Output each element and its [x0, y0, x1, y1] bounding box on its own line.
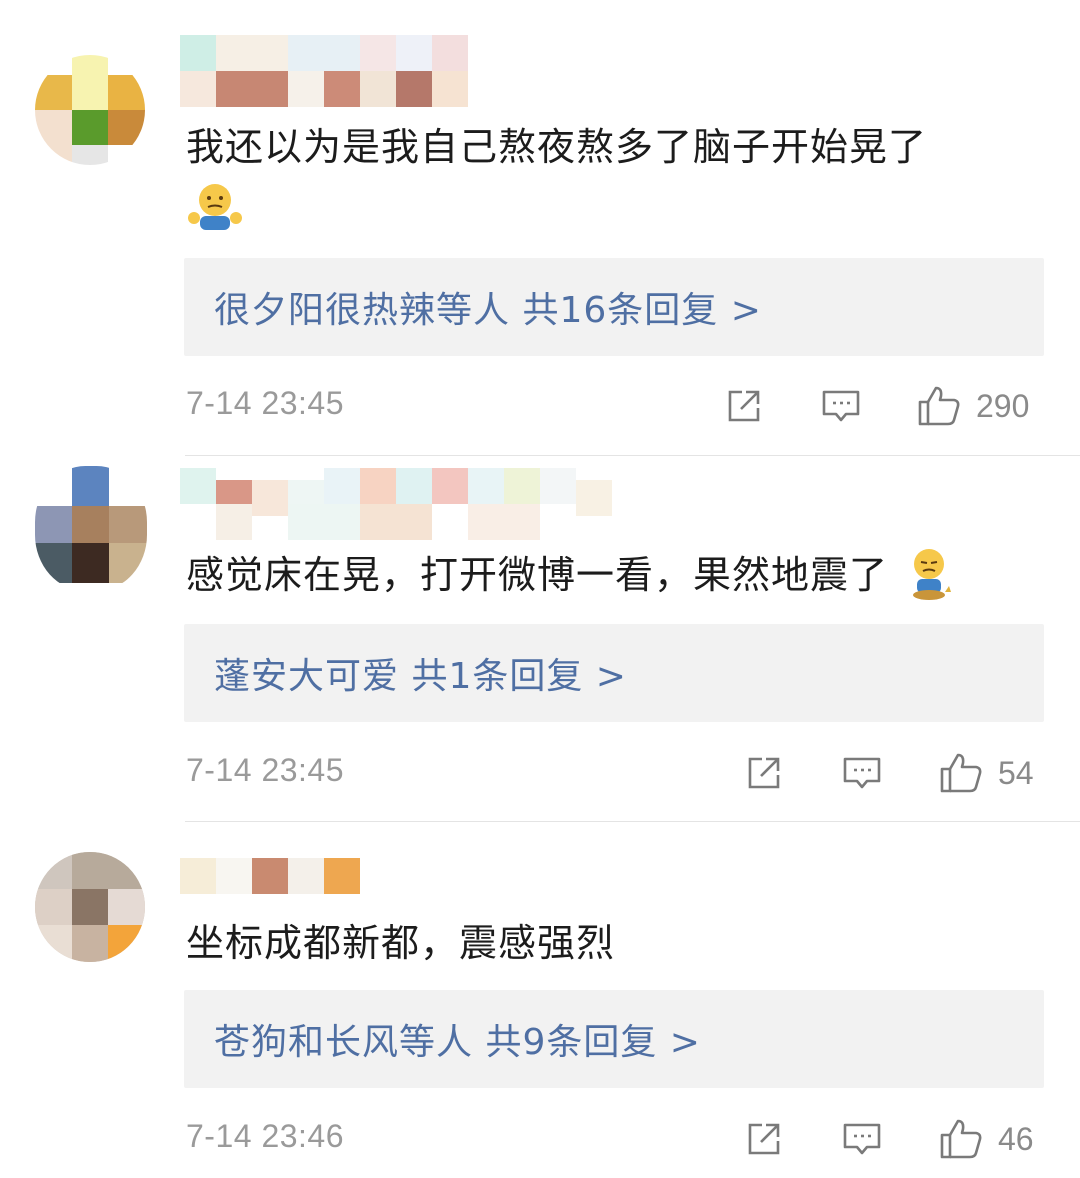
like-icon [940, 1119, 982, 1159]
username-blurred[interactable] [180, 35, 660, 107]
like-button[interactable]: 54 [938, 748, 1034, 798]
reply-summary-button[interactable]: 很夕阳很热辣等人 共16条回复 > [184, 258, 1044, 356]
reply-summary-text: 苍狗和长风等人 共9条回复 > [214, 1022, 701, 1063]
comment-icon [843, 1123, 881, 1155]
comment-text-content: 感觉床在晃，打开微博一看，果然地震了 [186, 553, 889, 597]
share-button[interactable] [744, 748, 784, 798]
share-button[interactable] [744, 1114, 784, 1164]
shrugging-person-icon [188, 183, 242, 230]
share-icon [748, 1123, 780, 1155]
avatar[interactable] [35, 852, 145, 962]
reply-summary-button[interactable]: 蓬安大可爱 共1条回复 > [184, 624, 1044, 722]
comment-item: 我还以为是我自己熬夜熬多了脑子开始晃了 很夕阳很热辣等人 共16条回复 > 7-… [0, 0, 1080, 455]
like-count: 54 [998, 754, 1034, 791]
comment-button[interactable] [820, 381, 862, 431]
comment-meta: 7-14 23:45 290 [186, 381, 1046, 431]
share-button[interactable] [724, 381, 764, 431]
comment-icon [843, 757, 881, 789]
like-icon [940, 753, 982, 793]
like-button[interactable]: 46 [938, 1114, 1034, 1164]
comment-item: 坐标成都新都，震感强烈 苍狗和长风等人 共9条回复 > 7-14 23:46 4… [0, 822, 1080, 1178]
reply-summary-text: 很夕阳很热辣等人 共16条回复 > [214, 290, 762, 331]
reply-summary-button[interactable]: 苍狗和长风等人 共9条回复 > [184, 990, 1044, 1088]
timestamp: 7-14 23:46 [186, 1118, 345, 1154]
like-button[interactable]: 290 [916, 381, 1029, 431]
avatar[interactable] [35, 55, 145, 165]
username-blurred[interactable] [180, 468, 660, 540]
comment-text: 我还以为是我自己熬夜熬多了脑子开始晃了 [186, 122, 927, 172]
comment-text-content: 坐标成都新都，震感强烈 [186, 921, 616, 965]
comment-meta: 7-14 23:46 46 [186, 1114, 1046, 1164]
like-count: 290 [976, 387, 1030, 424]
like-icon [918, 386, 960, 426]
comment-text: 坐标成都新都，震感强烈 [186, 918, 615, 968]
comment-meta: 7-14 23:45 54 [186, 748, 1046, 798]
share-icon [748, 757, 780, 789]
comment-text-content: 我还以为是我自己熬夜熬多了脑子开始晃了 [186, 125, 928, 169]
awkward-sitting-emoji-icon [913, 548, 952, 600]
comment-button[interactable] [841, 1114, 883, 1164]
timestamp: 7-14 23:45 [186, 752, 345, 788]
comment-button[interactable] [841, 748, 883, 798]
like-count: 46 [998, 1120, 1034, 1157]
avatar[interactable] [35, 466, 147, 591]
comment-icon [822, 390, 860, 422]
shrugging-person-emoji [186, 178, 244, 232]
comment-text: 感觉床在晃，打开微博一看，果然地震了 [186, 548, 953, 602]
comment-item: 感觉床在晃，打开微博一看，果然地震了 蓬安大可爱 共1条回复 > 7-14 23… [0, 456, 1080, 821]
share-icon [728, 390, 760, 422]
timestamp: 7-14 23:45 [186, 385, 345, 421]
reply-summary-text: 蓬安大可爱 共1条回复 > [214, 656, 627, 697]
